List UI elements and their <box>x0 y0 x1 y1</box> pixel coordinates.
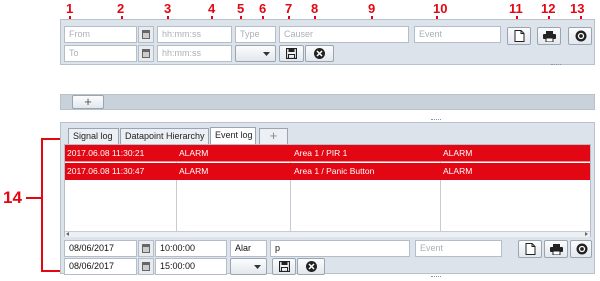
to-time-input[interactable]: hh:mm:ss <box>157 45 232 62</box>
callout-4: 4 <box>208 1 216 16</box>
export-button[interactable] <box>507 27 531 45</box>
printer-icon <box>543 31 556 42</box>
callout-bracket <box>26 197 41 199</box>
from-time-input[interactable]: 10:00:00 <box>155 240 227 257</box>
type-dropdown[interactable] <box>230 258 267 275</box>
callout-9: 9 <box>368 1 376 16</box>
calendar-icon <box>142 262 150 271</box>
from-date-input[interactable]: 08/06/2017 <box>64 240 137 257</box>
chevron-down-icon <box>254 265 261 269</box>
callout-2: 2 <box>117 1 125 16</box>
tab-strip <box>60 94 595 110</box>
from-time-input[interactable]: hh:mm:ss <box>157 26 232 43</box>
scroll-right-icon[interactable] <box>585 232 588 236</box>
refresh-icon <box>575 30 587 42</box>
causer-input[interactable]: p <box>270 240 410 257</box>
horizontal-scrollbar[interactable] <box>65 231 590 237</box>
to-time-input[interactable]: 15:00:00 <box>155 258 227 275</box>
from-date-input[interactable]: From <box>64 26 137 43</box>
to-calendar-button[interactable] <box>138 258 154 275</box>
document-export-icon <box>514 30 525 42</box>
resize-grip[interactable] <box>431 276 441 279</box>
callout-13: 13 <box>570 1 585 16</box>
clear-filter-button[interactable] <box>297 258 325 275</box>
floppy-disk-icon <box>286 48 297 59</box>
save-button[interactable] <box>272 258 296 275</box>
clear-x-icon <box>306 261 317 272</box>
tab-datapoint-hierarchy[interactable]: Datapoint Hierarchy <box>120 128 209 145</box>
row-timestamp: 2017.06.08 11:30:47 <box>67 166 145 176</box>
callout-3: 3 <box>164 1 172 16</box>
callout-8: 8 <box>311 1 319 16</box>
event-input[interactable]: Event <box>415 240 502 257</box>
add-tab-button[interactable]: + <box>72 95 104 109</box>
causer-input[interactable]: Causer <box>279 26 409 43</box>
to-calendar-button[interactable] <box>138 45 154 62</box>
plus-icon: + <box>84 94 92 109</box>
to-date-input[interactable]: 08/06/2017 <box>64 258 137 275</box>
from-calendar-button[interactable] <box>138 26 154 43</box>
calendar-icon <box>142 30 150 39</box>
printer-icon <box>550 244 563 255</box>
refresh-button[interactable] <box>568 27 592 45</box>
callout-6: 6 <box>259 1 267 16</box>
type-input[interactable]: Alar <box>230 240 267 257</box>
callout-bracket <box>41 138 60 272</box>
scroll-left-icon[interactable] <box>66 232 69 236</box>
tab-event-log[interactable]: Event log <box>210 127 256 145</box>
refresh-button[interactable] <box>570 240 592 258</box>
export-button[interactable] <box>518 240 542 258</box>
callout-12: 12 <box>541 1 556 16</box>
table-row[interactable]: 2017.06.08 11:30:47 ALARM Area 1 / Panic… <box>65 163 590 180</box>
calendar-icon <box>142 49 150 58</box>
callout-7: 7 <box>285 1 293 16</box>
event-input[interactable]: Event <box>414 26 501 43</box>
row-type: ALARM <box>179 166 209 176</box>
callout-5: 5 <box>237 1 245 16</box>
resize-grip[interactable] <box>551 64 561 67</box>
print-button[interactable] <box>544 240 568 258</box>
callout-1: 1 <box>66 1 74 16</box>
chevron-down-icon <box>263 52 270 56</box>
row-timestamp: 2017.06.08 11:30:21 <box>67 148 145 158</box>
type-dropdown[interactable] <box>235 45 276 62</box>
clear-filter-button[interactable] <box>305 45 334 62</box>
row-event: ALARM <box>443 166 473 176</box>
print-button[interactable] <box>537 27 561 45</box>
save-button[interactable] <box>279 45 304 62</box>
from-calendar-button[interactable] <box>138 240 154 257</box>
row-event: ALARM <box>443 148 473 158</box>
refresh-icon <box>576 243 588 255</box>
calendar-icon <box>142 244 150 253</box>
add-log-tab-button[interactable]: + <box>259 128 288 145</box>
table-row[interactable]: 2017.06.08 11:30:21 ALARM Area 1 / PIR 1… <box>65 145 590 162</box>
row-type: ALARM <box>179 148 209 158</box>
clear-x-icon <box>314 48 325 59</box>
callout-10: 10 <box>433 1 448 16</box>
floppy-disk-icon <box>279 261 290 272</box>
row-causer: Area 1 / PIR 1 <box>294 148 348 158</box>
document-export-icon <box>525 243 536 255</box>
to-date-input[interactable]: To <box>64 45 137 62</box>
row-causer: Area 1 / Panic Button <box>294 166 375 176</box>
tab-signal-log[interactable]: Signal log <box>68 128 119 145</box>
callout-11: 11 <box>509 1 523 16</box>
type-input[interactable]: Type <box>235 26 276 43</box>
callout-14: 14 <box>3 188 22 207</box>
